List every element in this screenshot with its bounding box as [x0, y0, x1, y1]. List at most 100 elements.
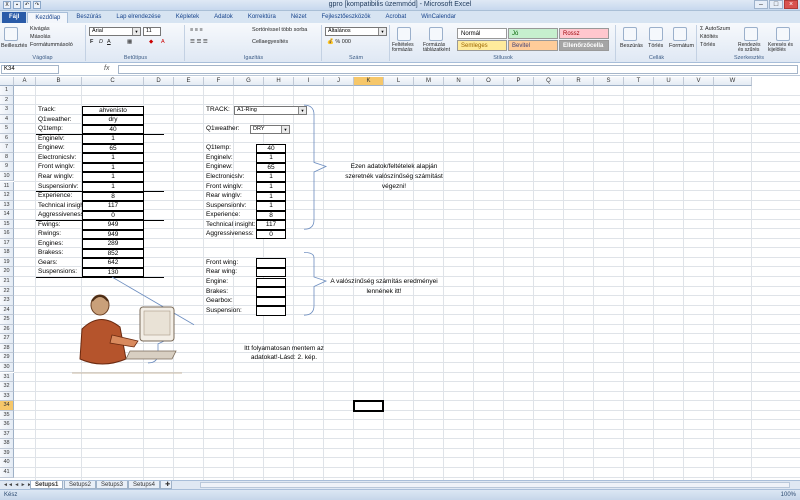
name-box[interactable]: K34: [1, 65, 59, 74]
tab-page-layout[interactable]: Lap elrendezése: [109, 12, 167, 23]
select-all-corner[interactable]: [0, 77, 14, 86]
worksheet-grid[interactable]: A B C D E F G H I J K L M N O P Q R S T U V W 1 2 3 4 5 6 7 8 9 10 11 12 13…: [0, 77, 800, 480]
fx-icon[interactable]: fx: [104, 65, 109, 72]
row-header-5[interactable]: 5: [0, 124, 14, 134]
sheet-tab-setups4[interactable]: Setups4: [128, 481, 161, 489]
left-item-value[interactable]: 65: [82, 143, 144, 154]
left-item-value[interactable]: 1: [82, 134, 144, 144]
format-painter-button[interactable]: Formátummásoló: [30, 42, 73, 48]
style-good[interactable]: Jó: [508, 28, 558, 39]
paste-button[interactable]: Beillesztés: [1, 43, 27, 49]
row-header-19[interactable]: 19: [0, 257, 14, 268]
tab-review[interactable]: Korrektúra: [241, 12, 283, 23]
result-item-value[interactable]: [256, 287, 286, 297]
input-item-value[interactable]: 1: [256, 201, 286, 211]
maximize-button[interactable]: □: [769, 0, 783, 9]
row-header-38[interactable]: 38: [0, 439, 14, 449]
result-item-value[interactable]: [256, 296, 286, 307]
autosum-button[interactable]: Σ AutoSzum: [700, 26, 730, 32]
delete-cells-icon[interactable]: [649, 27, 663, 41]
input-item-value[interactable]: 117: [256, 220, 286, 230]
column-header-p[interactable]: P: [504, 77, 534, 86]
borders-icon[interactable]: ▦: [127, 39, 132, 45]
row-header-32[interactable]: 32: [0, 382, 14, 392]
column-header-l[interactable]: L: [384, 77, 414, 86]
input-item-value[interactable]: 1: [256, 191, 286, 202]
input-item-value[interactable]: 8: [256, 210, 286, 221]
style-normal[interactable]: Normál: [457, 28, 507, 39]
left-item-value[interactable]: 1: [82, 162, 144, 173]
column-header-u[interactable]: U: [654, 77, 684, 86]
row-header-17[interactable]: 17: [0, 238, 14, 249]
result-item-value[interactable]: [256, 277, 286, 288]
column-header-v[interactable]: V: [684, 77, 714, 86]
column-header-w[interactable]: W: [714, 77, 752, 86]
currency-icon[interactable]: 💰 % 000: [327, 39, 351, 45]
row-header-4[interactable]: 4: [0, 114, 14, 125]
paste-icon[interactable]: [4, 27, 18, 41]
bold-button[interactable]: F: [90, 39, 93, 45]
row-header-26[interactable]: 26: [0, 324, 14, 335]
format-as-table-icon[interactable]: [429, 27, 443, 41]
left-item-value[interactable]: 1: [82, 153, 144, 163]
font-size-select[interactable]: 11: [143, 27, 161, 36]
column-header-r[interactable]: R: [564, 77, 594, 86]
column-header-i[interactable]: I: [294, 77, 324, 86]
sort-filter-button[interactable]: Rendezés és szűrés: [738, 43, 766, 53]
column-header-j[interactable]: J: [324, 77, 354, 86]
row-header-39[interactable]: 39: [0, 448, 14, 459]
find-select-button[interactable]: Keresés és kijelölés: [768, 43, 798, 53]
result-item-value[interactable]: [256, 267, 286, 278]
style-input[interactable]: Bevitel: [508, 40, 558, 51]
column-header-t[interactable]: T: [624, 77, 654, 86]
sort-filter-icon[interactable]: [744, 27, 758, 41]
row-header-6[interactable]: 6: [0, 133, 14, 144]
conditional-formatting-button[interactable]: Feltételes formázás: [392, 43, 420, 53]
tab-insert[interactable]: Beszúrás: [69, 12, 108, 23]
row-header-27[interactable]: 27: [0, 334, 14, 344]
row-header-29[interactable]: 29: [0, 353, 14, 363]
tab-home[interactable]: Kezdőlap: [27, 12, 69, 23]
row-header-23[interactable]: 23: [0, 296, 14, 306]
column-header-d[interactable]: D: [144, 77, 174, 86]
active-cell-k34[interactable]: [353, 400, 384, 412]
column-header-k[interactable]: K: [354, 77, 384, 86]
row-header-1[interactable]: 1: [0, 86, 14, 96]
font-name-select[interactable]: Arial ▼: [89, 27, 141, 36]
clear-button[interactable]: Törlés: [700, 42, 715, 48]
row-header-21[interactable]: 21: [0, 277, 14, 287]
find-select-icon[interactable]: [776, 27, 790, 41]
left-item-value[interactable]: 949: [82, 229, 144, 240]
format-as-table-button[interactable]: Formázás táblázatként: [423, 43, 453, 53]
result-item-value[interactable]: [256, 306, 286, 316]
sheet-tab-setups2[interactable]: Setups2: [64, 481, 97, 489]
fill-button[interactable]: Kitöltés: [700, 34, 718, 40]
row-header-11[interactable]: 11: [0, 181, 14, 192]
row-header-37[interactable]: 37: [0, 429, 14, 440]
tab-view[interactable]: Nézet: [284, 12, 314, 23]
row-header-18[interactable]: 18: [0, 248, 14, 258]
style-neutral[interactable]: Semleges: [457, 40, 507, 51]
insert-cells-button[interactable]: Beszúrás: [620, 43, 643, 49]
left-item-value[interactable]: 852: [82, 248, 144, 259]
column-header-e[interactable]: E: [174, 77, 204, 86]
row-header-25[interactable]: 25: [0, 315, 14, 325]
column-header-b[interactable]: B: [36, 77, 82, 86]
style-check-cell[interactable]: Ellenőrzőcella: [559, 40, 609, 51]
style-bad[interactable]: Rossz: [559, 28, 609, 39]
row-header-41[interactable]: 41: [0, 468, 14, 478]
row-header-10[interactable]: 10: [0, 171, 14, 182]
font-color-icon[interactable]: A: [161, 39, 165, 45]
input-item-value[interactable]: 0: [256, 229, 286, 240]
row-header-28[interactable]: 28: [0, 343, 14, 354]
row-header-2[interactable]: 2: [0, 95, 14, 106]
weather-select[interactable]: DRY ▼: [250, 124, 290, 134]
underline-button[interactable]: A: [107, 39, 111, 45]
left-item-value[interactable]: 1: [82, 172, 144, 182]
row-header-22[interactable]: 22: [0, 286, 14, 297]
minimize-button[interactable]: –: [754, 0, 768, 9]
row-header-33[interactable]: 33: [0, 391, 14, 402]
tab-data[interactable]: Adatok: [207, 12, 240, 23]
track-value[interactable]: ahvenisto: [82, 105, 144, 116]
column-header-f[interactable]: F: [204, 77, 234, 86]
